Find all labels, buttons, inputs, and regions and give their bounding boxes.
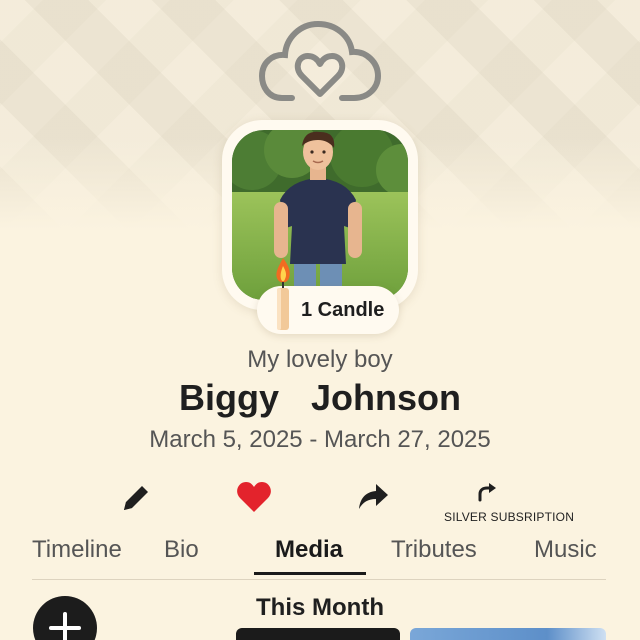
profile-photo-frame xyxy=(222,120,418,310)
tab-media[interactable]: Media xyxy=(275,536,343,564)
candle-count-badge[interactable]: 1 Candle xyxy=(257,258,399,334)
tabs-divider xyxy=(32,579,606,580)
tab-music[interactable]: Music xyxy=(534,536,597,564)
media-thumbnail[interactable] xyxy=(410,628,606,640)
tab-timeline[interactable]: Timeline xyxy=(32,536,122,564)
pencil-icon xyxy=(124,486,148,510)
profile-photo[interactable] xyxy=(232,130,408,300)
profile-dates: March 5, 2025 - March 27, 2025 xyxy=(149,426,491,453)
subscription-button[interactable] xyxy=(476,482,498,502)
like-button[interactable] xyxy=(236,480,272,514)
tab-bio[interactable]: Bio xyxy=(164,536,199,564)
section-title: This Month xyxy=(256,594,384,621)
profile-name: Biggy Johnson xyxy=(179,377,461,418)
share-button[interactable] xyxy=(356,480,390,514)
share-arrow-icon xyxy=(359,484,388,509)
cloud-heart-icon xyxy=(258,20,382,101)
heart-icon xyxy=(237,482,271,512)
candle-icon xyxy=(276,258,290,330)
media-thumbnail[interactable] xyxy=(236,628,400,640)
edit-button[interactable] xyxy=(120,480,154,514)
profile-subtitle: My lovely boy xyxy=(247,346,393,373)
tab-tributes[interactable]: Tributes xyxy=(391,536,477,564)
candle-count-label: 1 Candle xyxy=(301,299,385,321)
redo-arrow-icon xyxy=(478,483,496,502)
subscription-label[interactable]: SILVER SUBSRIPTION xyxy=(444,510,574,524)
active-tab-indicator xyxy=(254,572,366,575)
